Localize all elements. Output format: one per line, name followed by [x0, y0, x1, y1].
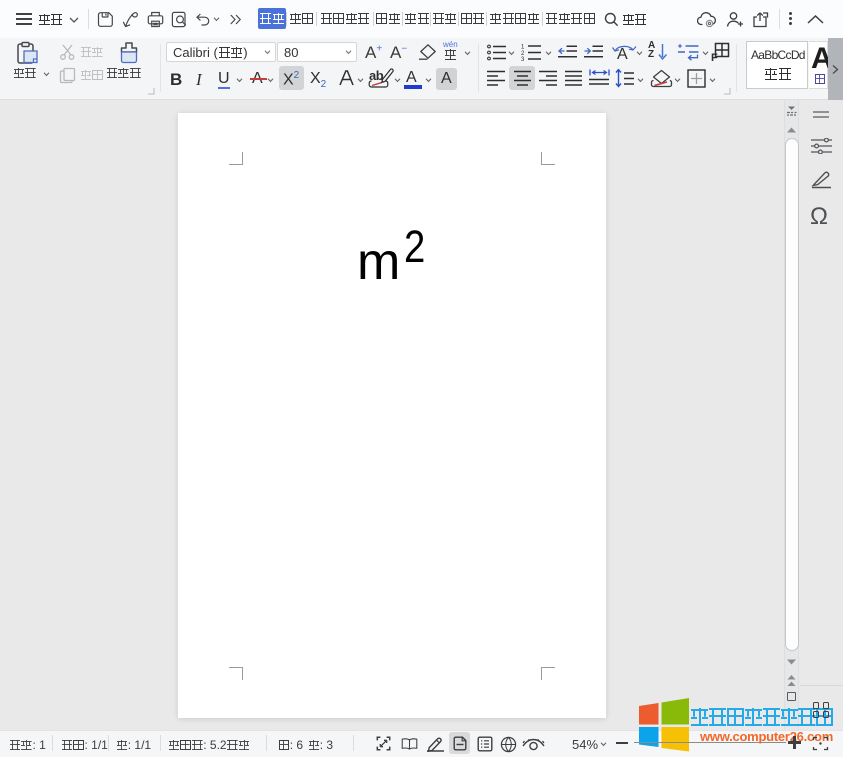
svg-text:1: 1	[521, 45, 525, 51]
svg-text:F: F	[711, 52, 718, 62]
svg-text:3: 3	[521, 57, 525, 61]
